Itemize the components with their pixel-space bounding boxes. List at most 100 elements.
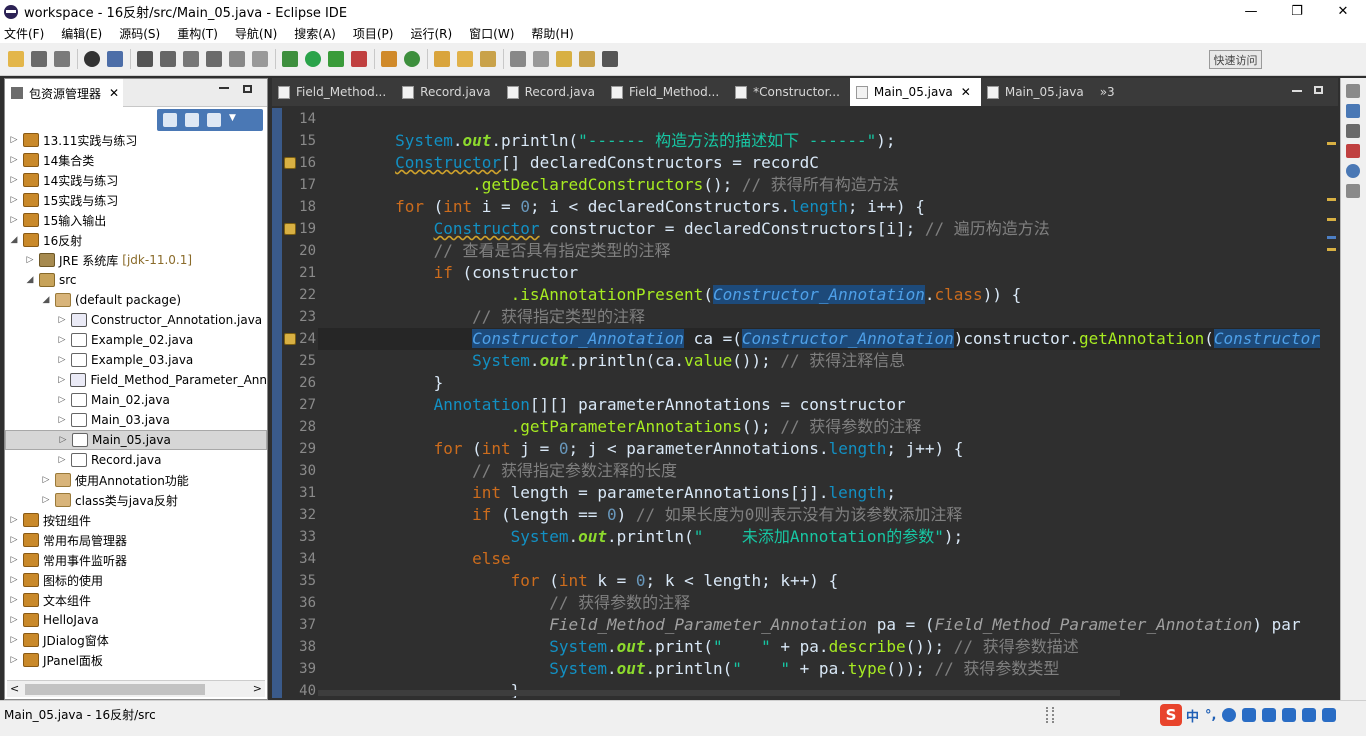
prev-annotation-icon[interactable]	[533, 51, 549, 67]
back-icon[interactable]	[579, 51, 595, 67]
editor-tab[interactable]: Field_Method...	[605, 78, 729, 106]
settings-icon[interactable]	[1322, 708, 1337, 722]
tree-item[interactable]: ▷ Main_03.java	[5, 410, 267, 430]
external-tools-icon[interactable]	[351, 51, 367, 67]
collapsed-arrow-icon[interactable]: ▷	[9, 595, 19, 605]
new-class-icon[interactable]	[404, 51, 420, 67]
minimize-panel-icon[interactable]	[219, 87, 229, 89]
editor-tab[interactable]: Field_Method...	[272, 78, 396, 106]
code-line[interactable]: if (length == 0) // 如果长度为0则表示没有为该参数添加注释	[318, 504, 962, 526]
collapsed-arrow-icon[interactable]: ▷	[25, 255, 35, 265]
warning-marker-icon[interactable]	[284, 333, 296, 345]
collapsed-arrow-icon[interactable]: ▷	[57, 315, 67, 325]
editor-tab[interactable]: *Constructor...	[729, 78, 850, 106]
collapsed-arrow-icon[interactable]: ▷	[9, 215, 19, 225]
next-annotation-icon[interactable]	[510, 51, 526, 67]
collapsed-arrow-icon[interactable]: ▷	[9, 515, 19, 525]
code-line[interactable]: Constructor[] declaredConstructors = rec…	[318, 152, 819, 174]
focus-icon[interactable]	[207, 113, 221, 127]
collapsed-arrow-icon[interactable]: ▷	[57, 415, 67, 425]
link-icon[interactable]	[183, 51, 199, 67]
editor-tab[interactable]: Record.java	[396, 78, 500, 106]
team-icon[interactable]	[137, 51, 153, 67]
code-line[interactable]: System.out.print(" " + pa.describe()); /…	[318, 636, 1079, 658]
tree-item[interactable]: ▷ Constructor_Annotation.java	[5, 310, 267, 330]
sogou-logo-icon[interactable]: S	[1160, 704, 1182, 726]
tree-item[interactable]: ▷ Record.java	[5, 450, 267, 470]
close-panel-icon[interactable]: ✕	[109, 86, 119, 100]
collapsed-arrow-icon[interactable]: ▷	[57, 395, 67, 405]
code-area[interactable]: System.out.println("------ 构造方法的描述如下 ---…	[318, 108, 1320, 698]
close-window-button[interactable]: ✕	[1320, 0, 1366, 23]
collapsed-arrow-icon[interactable]: ▷	[9, 155, 19, 165]
maximize-editor-icon[interactable]	[1314, 86, 1323, 94]
code-line[interactable]: for (int k = 0; k < length; k++) {	[318, 570, 839, 592]
tree-item[interactable]: ▷ 按钮组件	[5, 510, 267, 530]
close-tab-icon[interactable]: ✕	[961, 85, 971, 99]
code-line[interactable]: else	[318, 548, 511, 570]
code-line[interactable]: int length = parameterAnnotations[j].len…	[318, 482, 896, 504]
tools-icon[interactable]	[1302, 708, 1317, 722]
tree-item[interactable]: ▷ Example_03.java	[5, 350, 267, 370]
open-type-icon[interactable]	[434, 51, 450, 67]
editor-tab[interactable]: Main_05.java ✕	[849, 78, 981, 106]
menu-help[interactable]: 帮助(H)	[529, 24, 575, 43]
tree-item[interactable]: ▷ 常用布局管理器	[5, 530, 267, 550]
code-line[interactable]: System.out.println(ca.value()); // 获得注释信…	[318, 350, 905, 372]
minimize-editor-icon[interactable]	[1292, 90, 1302, 92]
restore-button[interactable]: ❐	[1274, 0, 1320, 23]
tree-item[interactable]: ▷ 使用Annotation功能	[5, 470, 267, 490]
collapsed-arrow-icon[interactable]: ▷	[57, 375, 66, 385]
ime-punct[interactable]: °,	[1205, 708, 1216, 723]
view-menu-icon[interactable]: ▼	[229, 113, 243, 127]
tree-item[interactable]: ▷ JDialog窗体	[5, 630, 267, 650]
minimize-button[interactable]: —	[1228, 0, 1274, 23]
new-package-icon[interactable]	[381, 51, 397, 67]
code-line[interactable]: // 获得指定类型的注释	[318, 306, 645, 328]
skin-icon[interactable]	[1282, 708, 1297, 722]
tree-item[interactable]: ▷ 14集合类	[5, 150, 267, 170]
collapsed-arrow-icon[interactable]: ▷	[9, 135, 19, 145]
scroll-thumb[interactable]	[25, 684, 205, 695]
collapsed-arrow-icon[interactable]: ▷	[9, 575, 19, 585]
warning-marker-icon[interactable]	[284, 223, 296, 235]
tree-item[interactable]: ▷ Main_02.java	[5, 390, 267, 410]
overview-ruler[interactable]	[1325, 108, 1338, 698]
declaration-icon[interactable]	[1346, 184, 1360, 198]
tree-item[interactable]: ◢ 16反射	[5, 230, 267, 250]
editor-tab[interactable]: Main_05.java	[981, 78, 1094, 106]
outline-icon[interactable]	[1346, 104, 1360, 118]
keyboard-icon[interactable]	[1262, 708, 1277, 722]
collapsed-arrow-icon[interactable]: ▷	[9, 615, 19, 625]
restore-view-icon[interactable]	[1346, 124, 1360, 138]
collapsed-arrow-icon[interactable]: ▷	[57, 335, 67, 345]
save-icon[interactable]	[31, 51, 47, 67]
debug-icon[interactable]	[282, 51, 298, 67]
new-icon[interactable]	[8, 51, 24, 67]
menu-edit[interactable]: 编辑(E)	[59, 24, 104, 43]
code-line[interactable]: .getDeclaredConstructors(); // 获得所有构造方法	[318, 174, 899, 196]
scroll-left-icon[interactable]: <	[10, 682, 19, 695]
quick-access-field[interactable]: 快速访问	[1209, 50, 1262, 69]
code-line[interactable]: Constructor_Annotation ca =(Constructor_…	[318, 328, 1320, 350]
maximize-panel-icon[interactable]	[243, 85, 252, 93]
collapsed-arrow-icon[interactable]: ▷	[9, 635, 19, 645]
collapsed-arrow-icon[interactable]: ▷	[9, 555, 19, 565]
menu-run[interactable]: 运行(R)	[408, 24, 454, 43]
tree-item[interactable]: ▷ 文本组件	[5, 590, 267, 610]
collapsed-arrow-icon[interactable]: ▷	[9, 175, 19, 185]
open-folder-icon[interactable]	[457, 51, 473, 67]
tree-item[interactable]: ◢ (default package)	[5, 290, 267, 310]
expanded-arrow-icon[interactable]: ◢	[25, 275, 35, 285]
tree-item[interactable]: ▷ JRE 系统库 [jdk-11.0.1]	[5, 250, 267, 270]
code-line[interactable]: // 获得指定参数注释的长度	[318, 460, 677, 482]
emoji-icon[interactable]	[1222, 708, 1237, 722]
code-line[interactable]: System.out.println("------ 构造方法的描述如下 ---…	[318, 130, 895, 152]
tree-item[interactable]: ▷ 15实践与练习	[5, 190, 267, 210]
task-list-icon[interactable]	[1346, 84, 1360, 98]
code-line[interactable]: .getParameterAnnotations(); // 获得参数的注释	[318, 416, 922, 438]
problems-icon[interactable]	[1346, 144, 1360, 158]
tree-item[interactable]: ▷ 14实践与练习	[5, 170, 267, 190]
code-line[interactable]: Annotation[][] parameterAnnotations = co…	[318, 394, 906, 416]
code-line[interactable]: for (int j = 0; j < parameterAnnotations…	[318, 438, 964, 460]
